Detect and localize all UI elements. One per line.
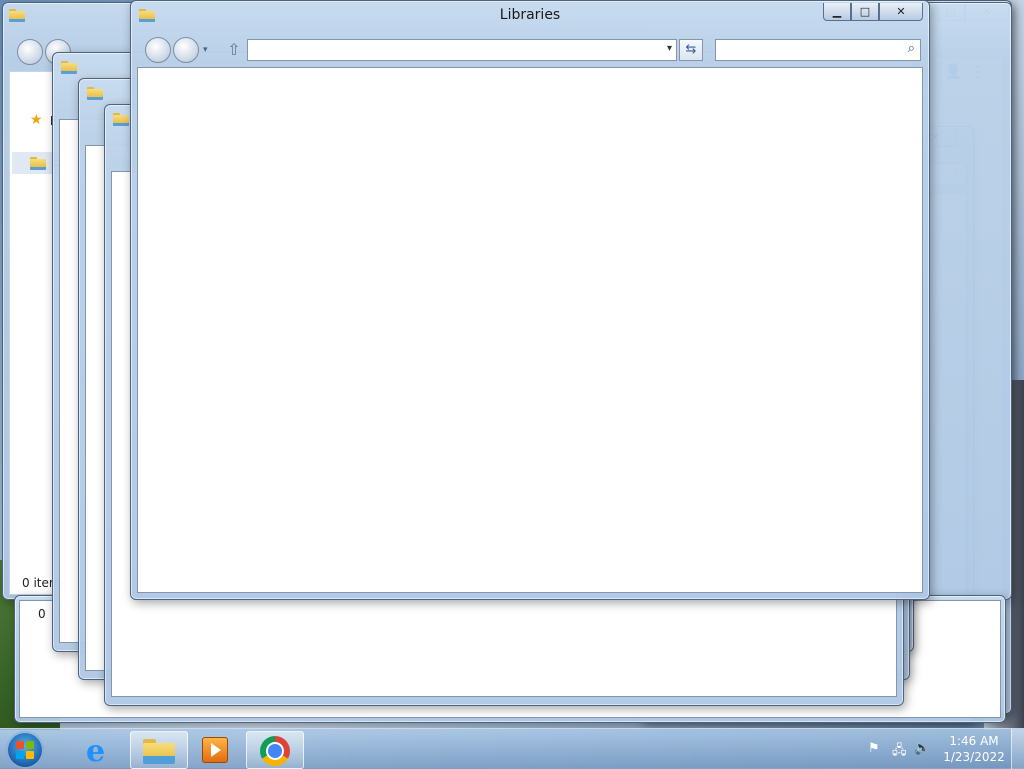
taskbar-internet-explorer[interactable]: e [72,731,128,769]
media-player-icon [202,737,228,763]
back-button[interactable] [17,39,43,65]
windows-logo-icon [16,741,34,759]
taskbar-media-player[interactable] [186,731,242,767]
search-icon[interactable]: ⌕ [908,41,915,56]
system-clock[interactable]: 1:46 AM 1/23/2022 [940,733,1008,765]
clock-time: 1:46 AM [949,734,999,748]
close-button[interactable]: ✕ [879,3,923,21]
caption-buttons: ▁ □ ✕ [823,3,923,21]
taskbar-chrome[interactable] [246,731,304,769]
window-title: Libraries [499,7,561,23]
address-bar[interactable]: ▾ [247,39,677,61]
show-desktop-button[interactable] [1011,729,1024,769]
address-dropdown-icon[interactable]: ▾ [667,43,672,54]
refresh-button[interactable]: ⇆ [679,39,703,61]
folder-icon [9,9,25,23]
folder-icon [113,113,129,127]
content-pane[interactable] [137,67,923,593]
action-center-flag-icon[interactable]: ⚑ [868,741,880,756]
libraries-window[interactable]: Libraries ▁ □ ✕ ▾ ⇧ ▾ ⇆ ⌕ [130,0,930,600]
up-button[interactable]: ⇧ [225,41,243,59]
folder-icon [61,61,77,75]
network-icon[interactable]: 🖧 [892,741,907,763]
clock-date: 1/23/2022 [943,750,1005,764]
chrome-icon [260,736,290,766]
bottom-window-status: 0 [38,607,46,621]
folder-icon [87,87,103,101]
taskbar-windows-explorer[interactable] [130,731,188,769]
volume-icon[interactable]: 🔈 [914,741,930,756]
maximize-button[interactable]: □ [851,3,879,21]
forward-button[interactable] [173,37,199,63]
recent-pages-chevron-icon[interactable]: ▾ [203,45,208,55]
windows-explorer-icon [143,738,175,764]
libraries-folder-icon [30,157,46,170]
favorites-star-icon[interactable]: ★ [30,112,43,128]
search-box[interactable]: ⌕ [715,39,921,61]
start-button[interactable] [6,731,44,769]
internet-explorer-icon: e [86,734,106,769]
taskbar: e ⚑ 🖧 🔈 1:46 AM 1/23/2022 [0,728,1024,769]
minimize-button[interactable]: ▁ [823,3,851,21]
back-button[interactable] [145,37,171,63]
